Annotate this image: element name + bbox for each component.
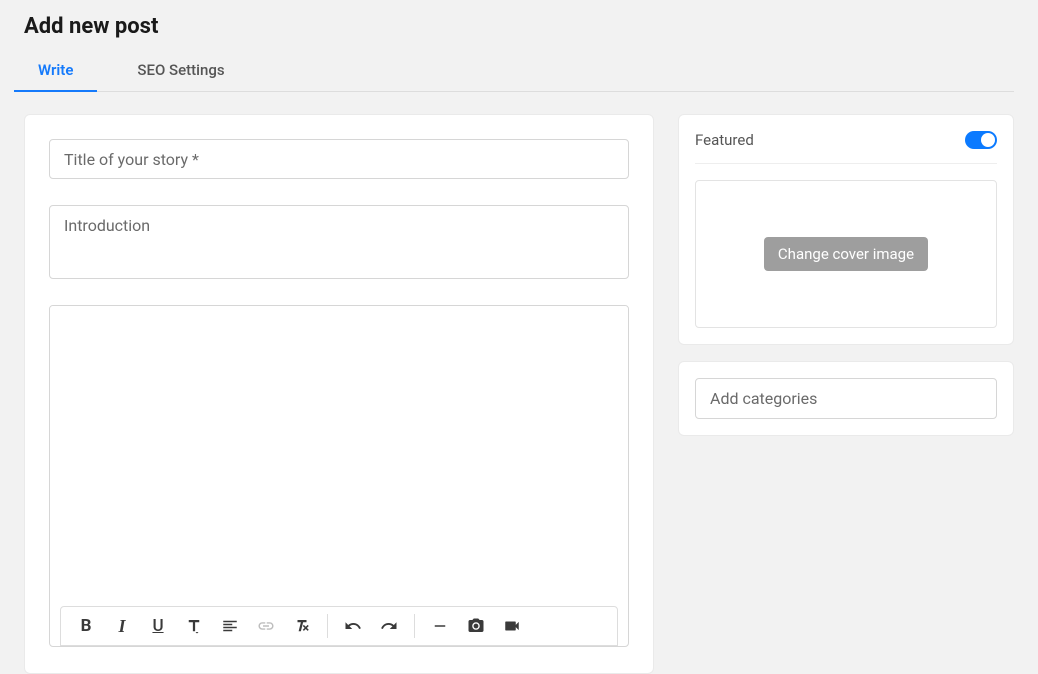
- italic-button[interactable]: I: [105, 611, 139, 641]
- camera-icon: [467, 617, 485, 635]
- categories-card: [678, 361, 1014, 436]
- horizontal-rule-button[interactable]: [423, 611, 457, 641]
- align-left-icon: [221, 617, 239, 635]
- categories-input[interactable]: [695, 378, 997, 419]
- tabs: Write SEO Settings: [24, 49, 1014, 92]
- clear-format-icon: [293, 617, 311, 635]
- editor-toolbar: B I U: [60, 606, 618, 646]
- video-button[interactable]: [495, 611, 529, 641]
- tab-seo-settings[interactable]: SEO Settings: [123, 49, 238, 91]
- link-icon: [257, 617, 275, 635]
- undo-button[interactable]: [336, 611, 370, 641]
- redo-button[interactable]: [372, 611, 406, 641]
- link-button[interactable]: [249, 611, 283, 641]
- title-input[interactable]: [49, 139, 629, 179]
- introduction-textarea[interactable]: [49, 205, 629, 279]
- image-button[interactable]: [459, 611, 493, 641]
- rich-text-editor: B I U: [49, 305, 629, 647]
- text-format-button[interactable]: [177, 611, 211, 641]
- video-icon: [503, 617, 521, 635]
- featured-toggle[interactable]: [965, 131, 997, 149]
- text-format-icon: [185, 617, 203, 635]
- italic-icon: I: [118, 616, 125, 637]
- editor-card: B I U: [24, 114, 654, 674]
- horizontal-rule-icon: [431, 617, 449, 635]
- toolbar-separator: [327, 614, 328, 638]
- toolbar-separator: [414, 614, 415, 638]
- featured-card: Featured Change cover image: [678, 114, 1014, 345]
- bold-button[interactable]: B: [69, 611, 103, 641]
- bold-icon: B: [81, 616, 92, 636]
- clear-format-button[interactable]: [285, 611, 319, 641]
- redo-icon: [380, 617, 398, 635]
- align-button[interactable]: [213, 611, 247, 641]
- change-cover-button[interactable]: Change cover image: [764, 237, 928, 271]
- cover-image-area: Change cover image: [695, 180, 997, 328]
- tab-write[interactable]: Write: [24, 49, 87, 91]
- undo-icon: [344, 617, 362, 635]
- page-title: Add new post: [24, 0, 1014, 49]
- editor-content-area[interactable]: [50, 306, 628, 606]
- underline-icon: U: [152, 616, 163, 636]
- featured-label: Featured: [695, 131, 754, 149]
- underline-button[interactable]: U: [141, 611, 175, 641]
